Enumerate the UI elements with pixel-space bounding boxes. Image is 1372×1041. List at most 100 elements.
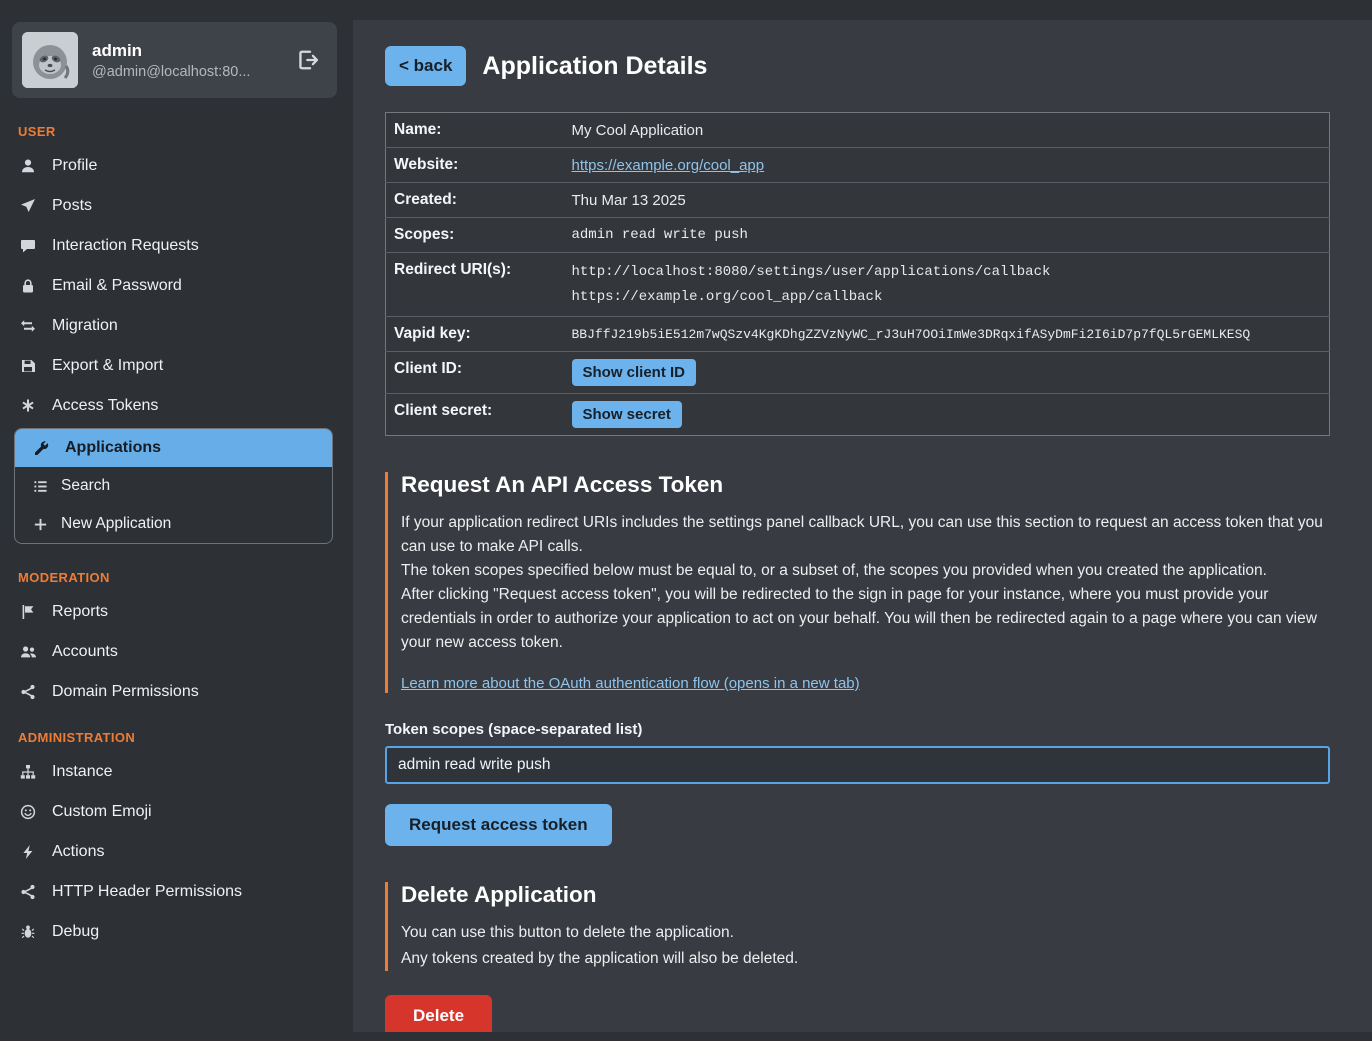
row-label: Vapid key: xyxy=(386,317,572,352)
sidebar-item-interaction-requests[interactable]: Interaction Requests xyxy=(0,226,345,266)
share-nodes-icon xyxy=(18,684,38,700)
row-label: Client ID: xyxy=(386,352,572,394)
share-nodes-icon xyxy=(18,884,38,900)
sign-out-icon xyxy=(297,49,319,71)
sidebar-section-moderation: MODERATION xyxy=(0,552,345,592)
row-value: admin read write push xyxy=(572,218,1330,253)
sidebar-item-label: Actions xyxy=(52,843,104,861)
table-row-client-id: Client ID: Show client ID xyxy=(386,352,1330,394)
redirect-uri-2: https://example.org/cool_app/callback xyxy=(572,285,1322,310)
request-token-section: Request An API Access Token If your appl… xyxy=(385,472,1330,693)
sidebar-item-custom-emoji[interactable]: Custom Emoji xyxy=(0,792,345,832)
sidebar-item-email-password[interactable]: Email & Password xyxy=(0,266,345,306)
sidebar-item-label: Debug xyxy=(52,923,99,941)
lock-icon xyxy=(18,278,38,294)
sidebar: admin @admin@localhost:80... USER Profil… xyxy=(0,0,345,1041)
sidebar-item-new-application[interactable]: New Application xyxy=(15,505,332,543)
sidebar-item-access-tokens[interactable]: Access Tokens xyxy=(0,386,345,426)
row-label: Name: xyxy=(386,113,572,148)
table-row-client-secret: Client secret: Show secret xyxy=(386,394,1330,436)
row-label: Redirect URI(s): xyxy=(386,253,572,317)
sidebar-item-label: Custom Emoji xyxy=(52,803,152,821)
sidebar-item-label: Posts xyxy=(52,197,92,215)
table-row-website: Website: https://example.org/cool_app xyxy=(386,148,1330,183)
sidebar-item-label: Instance xyxy=(52,763,112,781)
applications-group: Applications Search New Application xyxy=(14,428,333,544)
sidebar-item-label: Migration xyxy=(52,317,118,335)
sidebar-section-user: USER xyxy=(0,106,345,146)
asterisk-icon xyxy=(18,398,38,414)
table-row-scopes: Scopes: admin read write push xyxy=(386,218,1330,253)
row-value: Thu Mar 13 2025 xyxy=(572,183,1330,218)
sidebar-item-debug[interactable]: Debug xyxy=(0,912,345,952)
redirect-uri-1: http://localhost:8080/settings/user/appl… xyxy=(572,260,1322,285)
token-scopes-label: Token scopes (space-separated list) xyxy=(385,721,1330,738)
table-row-redirect-uris: Redirect URI(s): http://localhost:8080/s… xyxy=(386,253,1330,317)
page-title: Application Details xyxy=(482,52,707,81)
user-icon xyxy=(18,158,38,174)
sidebar-item-label: Domain Permissions xyxy=(52,683,199,701)
sidebar-item-posts[interactable]: Posts xyxy=(0,186,345,226)
delete-heading: Delete Application xyxy=(401,882,1330,908)
sidebar-item-label: Reports xyxy=(52,603,108,621)
sidebar-item-reports[interactable]: Reports xyxy=(0,592,345,632)
flag-icon xyxy=(18,604,38,620)
sidebar-item-profile[interactable]: Profile xyxy=(0,146,345,186)
request-access-token-button[interactable]: Request access token xyxy=(385,804,612,846)
screwdriver-wrench-icon xyxy=(31,440,51,456)
row-label: Client secret: xyxy=(386,394,572,436)
list-icon xyxy=(31,479,49,494)
row-value: BBJffJ219b5iE512m7wQSzv4KgKDhgZZVzNyWC_r… xyxy=(572,317,1330,352)
settings-app: admin @admin@localhost:80... USER Profil… xyxy=(0,0,1372,1041)
delete-line: You can use this button to delete the ap… xyxy=(401,921,1330,945)
sidebar-item-label: Email & Password xyxy=(52,277,182,295)
row-value: My Cool Application xyxy=(572,113,1330,148)
user-handle: @admin@localhost:80... xyxy=(92,64,250,80)
sitemap-icon xyxy=(18,764,38,780)
sidebar-section-administration: ADMINISTRATION xyxy=(0,712,345,752)
sidebar-item-label: Access Tokens xyxy=(52,397,158,415)
sloth-avatar-image xyxy=(22,32,78,88)
sidebar-item-export-import[interactable]: Export & Import xyxy=(0,346,345,386)
request-token-heading: Request An API Access Token xyxy=(401,472,1330,498)
sidebar-item-label: Search xyxy=(61,477,110,495)
comment-icon xyxy=(18,238,38,254)
sidebar-item-http-header-permissions[interactable]: HTTP Header Permissions xyxy=(0,872,345,912)
sidebar-item-applications[interactable]: Applications xyxy=(15,429,332,467)
sidebar-item-label: HTTP Header Permissions xyxy=(52,883,242,901)
logout-button[interactable] xyxy=(293,45,323,75)
request-token-paragraph: The token scopes specified below must be… xyxy=(401,559,1330,583)
user-card: admin @admin@localhost:80... xyxy=(12,22,337,98)
paper-plane-icon xyxy=(18,198,38,214)
sidebar-item-domain-permissions[interactable]: Domain Permissions xyxy=(0,672,345,712)
arrows-left-right-icon xyxy=(18,318,38,334)
table-row-vapid-key: Vapid key: BBJffJ219b5iE512m7wQSzv4KgKDh… xyxy=(386,317,1330,352)
sidebar-item-actions[interactable]: Actions xyxy=(0,832,345,872)
sidebar-item-label: Accounts xyxy=(52,643,118,661)
delete-button[interactable]: Delete xyxy=(385,995,492,1032)
row-label: Created: xyxy=(386,183,572,218)
token-scopes-input[interactable] xyxy=(385,746,1330,784)
show-client-id-button[interactable]: Show client ID xyxy=(572,359,697,386)
sidebar-item-label: Applications xyxy=(65,439,161,457)
sidebar-item-label: Export & Import xyxy=(52,357,163,375)
show-secret-button[interactable]: Show secret xyxy=(572,401,682,428)
users-icon xyxy=(18,644,38,660)
user-name: admin xyxy=(92,41,250,61)
back-button[interactable]: < back xyxy=(385,46,466,86)
request-token-paragraph: After clicking "Request access token", y… xyxy=(401,583,1330,655)
face-smile-icon xyxy=(18,804,38,820)
sidebar-item-instance[interactable]: Instance xyxy=(0,752,345,792)
sidebar-item-applications-search[interactable]: Search xyxy=(15,467,332,505)
bolt-icon xyxy=(18,844,38,860)
page-header: < back Application Details xyxy=(385,46,1330,86)
oauth-docs-link[interactable]: Learn more about the OAuth authenticatio… xyxy=(401,675,860,692)
website-link[interactable]: https://example.org/cool_app xyxy=(572,157,765,174)
bug-icon xyxy=(18,924,38,940)
sidebar-item-migration[interactable]: Migration xyxy=(0,306,345,346)
user-meta: admin @admin@localhost:80... xyxy=(92,41,250,80)
sidebar-item-accounts[interactable]: Accounts xyxy=(0,632,345,672)
floppy-icon xyxy=(18,358,38,374)
main-panel: < back Application Details Name: My Cool… xyxy=(353,20,1372,1032)
table-row-created: Created: Thu Mar 13 2025 xyxy=(386,183,1330,218)
